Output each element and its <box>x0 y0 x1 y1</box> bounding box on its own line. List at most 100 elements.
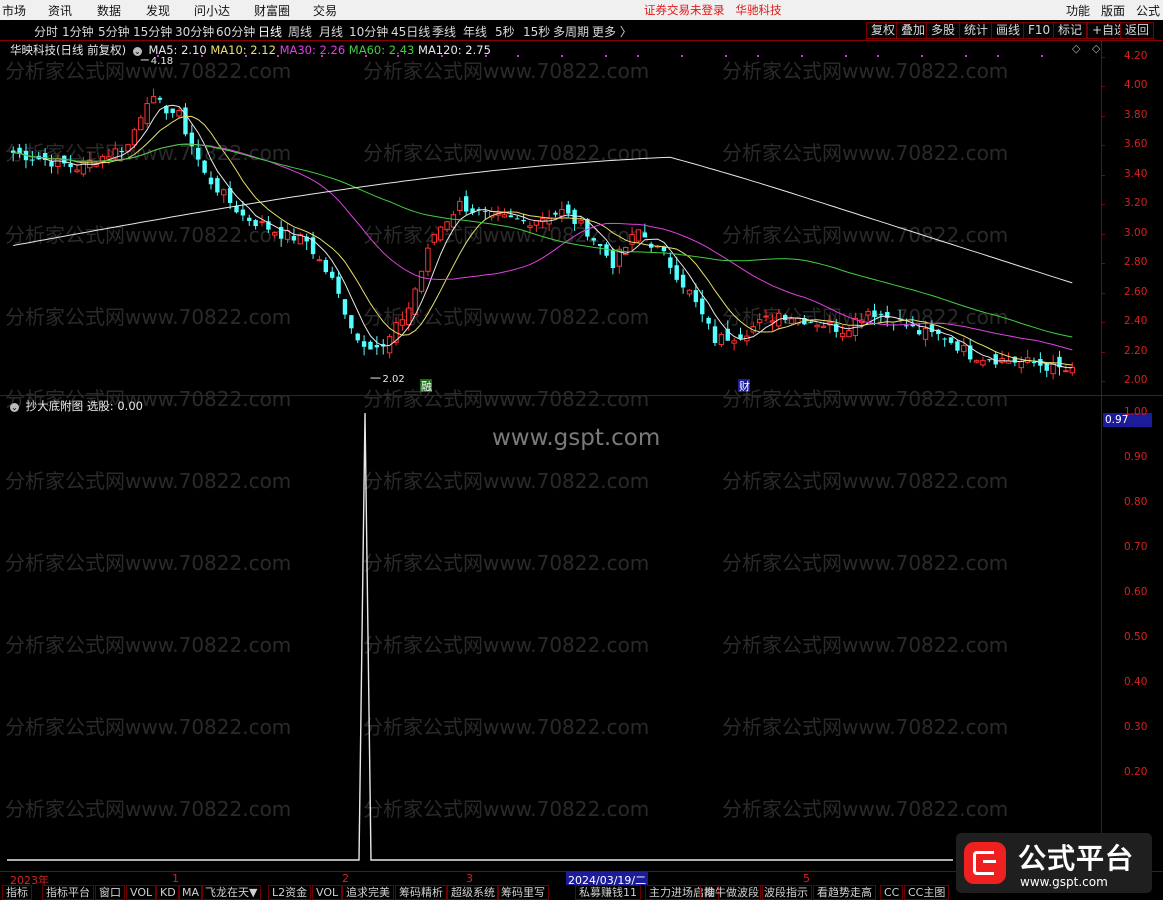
menu-item-news[interactable]: 资讯 <box>48 2 72 19</box>
indicator-tab[interactable]: 筹码里写 <box>497 885 549 900</box>
restore-rights-button[interactable]: 复权 <box>866 22 901 39</box>
indicator-tab[interactable]: MA <box>178 885 204 900</box>
period-tab[interactable]: 年线 <box>463 23 487 40</box>
indicator-tab[interactable]: CC <box>880 885 904 900</box>
overlay-button[interactable]: 叠加 <box>896 22 931 39</box>
low-label: 2.02 <box>382 374 404 385</box>
menu-item-wealth[interactable]: 财富圈 <box>254 2 290 19</box>
period-tab[interactable]: 15秒 <box>523 23 550 40</box>
kline-chart-pane[interactable]: 4.18 2.02 融财 <box>7 40 1101 395</box>
menu-item-layout[interactable]: 版面 <box>1101 2 1125 19</box>
period-tab[interactable]: 分时 <box>34 23 58 40</box>
indicator-tab[interactable]: VOL <box>312 885 343 900</box>
candle-down <box>253 220 258 227</box>
indicator-tab[interactable]: L2资金 <box>268 885 312 900</box>
indicator-tab[interactable]: 追求完美 <box>342 885 394 900</box>
indicator-tab[interactable]: 波段指示 <box>760 885 812 900</box>
menu-item-trade[interactable]: 交易 <box>313 2 337 19</box>
indicator-tab[interactable]: KD <box>156 885 180 900</box>
price-tick: 3.80 <box>1124 108 1148 121</box>
candle-down <box>215 178 220 193</box>
ma120-label: MA120: 2.75 <box>418 43 491 57</box>
statistics-button[interactable]: 统计 <box>959 22 994 39</box>
indicator-canvas[interactable] <box>7 396 1101 870</box>
period-tab[interactable]: 45日线 <box>391 23 430 40</box>
site-watermark: www.gspt.com <box>492 425 661 451</box>
period-tab[interactable]: 周线 <box>288 23 312 40</box>
diamond-icon[interactable]: ◇ <box>1092 42 1100 55</box>
stock-title[interactable]: 华映科技(日线 前复权) <box>10 43 126 57</box>
indicator-tab[interactable]: VOL <box>126 885 157 900</box>
menu-item-data[interactable]: 数据 <box>97 2 121 19</box>
value-tick: 0.80 <box>1124 496 1148 508</box>
candle-up <box>865 310 871 316</box>
period-tab[interactable]: 1分钟 <box>62 23 94 40</box>
price-tick: 2.20 <box>1124 344 1148 357</box>
period-tab[interactable]: 60分钟 <box>216 23 255 40</box>
menu-item-formula[interactable]: 公式 <box>1136 2 1160 19</box>
period-tab[interactable]: 15分钟 <box>133 23 172 40</box>
price-tick: 3.20 <box>1124 197 1148 210</box>
draw-line-button[interactable]: 画线 <box>991 22 1026 39</box>
ma10-line <box>13 115 1073 366</box>
multi-stock-button[interactable]: 多股 <box>926 22 961 39</box>
candle-up <box>425 247 431 272</box>
value-tick: 0.20 <box>1124 766 1148 778</box>
period-tab[interactable]: 30分钟 <box>175 23 214 40</box>
f10-button[interactable]: F10 <box>1023 22 1056 39</box>
logo-g-icon <box>964 842 1006 884</box>
menu-item-functions[interactable]: 功能 <box>1066 2 1090 19</box>
candle-down <box>336 276 341 294</box>
signal-marker <box>1041 55 1043 57</box>
period-tab-active[interactable]: 日线 <box>258 23 282 40</box>
indicator-tab[interactable]: 飞龙在天▼ <box>201 885 262 900</box>
candle-down <box>368 341 373 350</box>
candle-down <box>202 160 207 173</box>
settings-icon[interactable]: ⌄ <box>132 47 142 56</box>
indicator-tab[interactable]: 指标平台 <box>42 885 94 900</box>
period-tab[interactable]: 10分钟 <box>349 23 388 40</box>
period-tab[interactable]: 季线 <box>432 23 456 40</box>
back-button[interactable]: 返回 <box>1120 22 1155 39</box>
diamond-icon[interactable]: ◇ <box>1072 42 1080 55</box>
settings-icon[interactable]: ⌄ <box>10 403 19 412</box>
kline-chart-canvas[interactable]: 4.182.02融财 <box>7 40 1101 395</box>
candle-up <box>144 103 150 125</box>
price-axis-line <box>1101 40 1102 396</box>
period-tab[interactable]: 5秒 <box>495 23 515 40</box>
candle-down <box>291 236 297 241</box>
candle-down <box>680 274 686 288</box>
indicator-tab[interactable]: 看趋势走高 <box>813 885 876 900</box>
indicator-tab[interactable]: 筹码精析 <box>395 885 447 900</box>
candle-up <box>559 208 565 217</box>
menu-item-market[interactable]: 市场 <box>2 2 26 19</box>
menu-item-ask[interactable]: 问小达 <box>194 2 230 19</box>
indicator-tab[interactable]: CC主图 <box>904 885 950 900</box>
indicator-tab[interactable]: 窗口 <box>95 885 125 900</box>
indicator-name[interactable]: 抄大底附图 <box>26 399 84 413</box>
mark-button[interactable]: 标记 <box>1053 22 1088 39</box>
indicator-tab[interactable]: 推牛做波段 <box>700 885 763 900</box>
candle-up <box>150 96 157 104</box>
more-periods-button[interactable]: 更多 〉 <box>592 23 632 40</box>
candle-down <box>566 204 571 214</box>
indicator-tab[interactable]: 私募赚钱11 <box>575 885 641 900</box>
signal-marker <box>877 55 879 57</box>
period-tab[interactable]: 多周期 <box>553 23 589 40</box>
login-notice[interactable]: 证券交易未登录 华驰科技 <box>644 2 781 18</box>
indicator-tab[interactable]: 指标 <box>2 885 32 900</box>
menu-item-discover[interactable]: 发现 <box>146 2 170 19</box>
candle-down <box>642 232 648 238</box>
candle-down <box>885 311 890 318</box>
indicator-pane[interactable] <box>7 396 1101 870</box>
period-tab[interactable]: 月线 <box>319 23 343 40</box>
candle-down <box>1031 361 1037 363</box>
signal-marker <box>725 55 727 57</box>
indicator-tab[interactable]: 超级系统 <box>447 885 499 900</box>
candle-down <box>706 317 711 324</box>
candle-down <box>374 344 380 348</box>
candle-up <box>820 325 827 329</box>
candle-up <box>718 333 725 345</box>
period-tab[interactable]: 5分钟 <box>98 23 130 40</box>
candle-up <box>839 332 846 338</box>
